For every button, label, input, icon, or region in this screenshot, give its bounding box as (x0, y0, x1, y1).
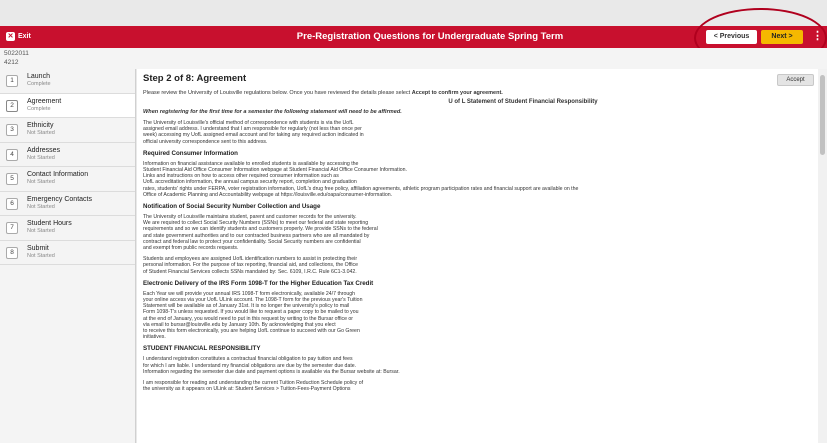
header-bar: ✕ Exit Pre-Registration Questions for Un… (0, 26, 827, 48)
exit-button[interactable]: ✕ Exit (6, 32, 31, 41)
scrollbar-thumb[interactable] (820, 75, 825, 155)
step-addresses[interactable]: 4 Addresses Not Started (0, 143, 135, 167)
exit-label: Exit (18, 33, 31, 40)
email-correspondence-paragraph: The University of Louisville's official … (143, 120, 364, 145)
step-agreement[interactable]: 2 Agreement Complete (0, 93, 135, 118)
step-number: 6 (6, 197, 18, 210)
step-name: Submit (27, 244, 49, 252)
intro-text-plain: Please review the University of Louisvil… (143, 90, 412, 96)
page-title: Pre-Registration Questions for Undergrad… (296, 31, 564, 42)
step-number: 8 (6, 246, 18, 259)
step-status: Not Started (27, 154, 55, 161)
step-name: Contact Information (27, 171, 89, 178)
section-heading: Electronic Delivery of the IRS Form 1098… (143, 279, 374, 287)
step-contact-information[interactable]: 5 Contact Information Not Started (0, 167, 135, 192)
section-heading: Required Consumer Information (143, 149, 238, 157)
step-status: Not Started (27, 252, 55, 259)
step-student-hours[interactable]: 7 Student Hours Not Started (0, 216, 135, 241)
step-number: 5 (6, 173, 18, 185)
intro-text: Please review the University of Louisvil… (143, 90, 763, 97)
step-name: Emergency Contacts (27, 195, 92, 203)
step-name: Launch (27, 73, 50, 80)
step-submit[interactable]: 8 Submit Not Started (0, 241, 135, 265)
ssn-paragraph: The University of Louisville maintains s… (143, 214, 378, 252)
affirm-line: When registering for the first time for … (143, 109, 402, 115)
step-status: Not Started (27, 203, 55, 210)
section-heading: Notification of Social Security Number C… (143, 203, 321, 211)
statement-title: U of L Statement of Student Financial Re… (448, 99, 598, 105)
step-status: Not Started (27, 130, 55, 136)
step-name: Student Hours (27, 220, 72, 227)
student-id-bar: 5022011 4212 (0, 48, 827, 69)
step-number: 1 (6, 75, 18, 87)
section-heading: STUDENT FINANCIAL RESPONSIBILITY (143, 345, 261, 353)
agreement-panel: Accept Step 2 of 8: Agreement Please rev… (137, 69, 827, 443)
vertical-scrollbar[interactable] (818, 69, 827, 443)
step-launch[interactable]: 1 Launch Complete (0, 69, 135, 94)
step-status: Not Started (27, 179, 55, 185)
id-number-paragraph: Students and employees are assigned UofL… (143, 256, 359, 275)
step-number: 7 (6, 222, 18, 234)
previous-button[interactable]: < Previous (706, 30, 757, 44)
step-name: Addresses (27, 146, 61, 154)
step-status: Not Started (27, 228, 55, 234)
tuition-reduction-paragraph: I am responsible for reading and underst… (143, 380, 364, 393)
step-status: Complete (27, 81, 51, 87)
step-heading: Step 2 of 8: Agreement (143, 73, 247, 84)
intro-text-bold: Accept to confirm your agreement. (411, 90, 503, 96)
id-line-1: 5022011 (4, 50, 29, 57)
steps-sidebar: 1 Launch Complete 2 Agreement Complete 3… (0, 69, 136, 443)
more-options-icon[interactable]: ⋮ (812, 30, 823, 44)
accept-button[interactable]: Accept (777, 74, 814, 86)
step-name: Agreement (27, 97, 62, 105)
step-number: 2 (6, 99, 18, 112)
step-status: Complete (27, 105, 51, 112)
id-line-2: 4212 (4, 59, 19, 66)
next-button[interactable]: Next > (761, 30, 803, 44)
step-emergency-contacts[interactable]: 6 Emergency Contacts Not Started (0, 192, 135, 216)
consumer-info-paragraph: Information on financial assistance avai… (143, 160, 579, 198)
financial-obligation-paragraph: I understand registration constitutes a … (143, 356, 400, 375)
agreement-content: Step 2 of 8: Agreement Please review the… (143, 73, 763, 398)
step-number: 3 (6, 124, 18, 136)
step-name: Ethnicity (27, 122, 54, 129)
close-icon: ✕ (6, 32, 15, 41)
form-1098t-paragraph: Each Year we will provide your annual IR… (143, 290, 363, 341)
step-number: 4 (6, 148, 18, 161)
step-ethnicity[interactable]: 3 Ethnicity Not Started (0, 118, 135, 143)
